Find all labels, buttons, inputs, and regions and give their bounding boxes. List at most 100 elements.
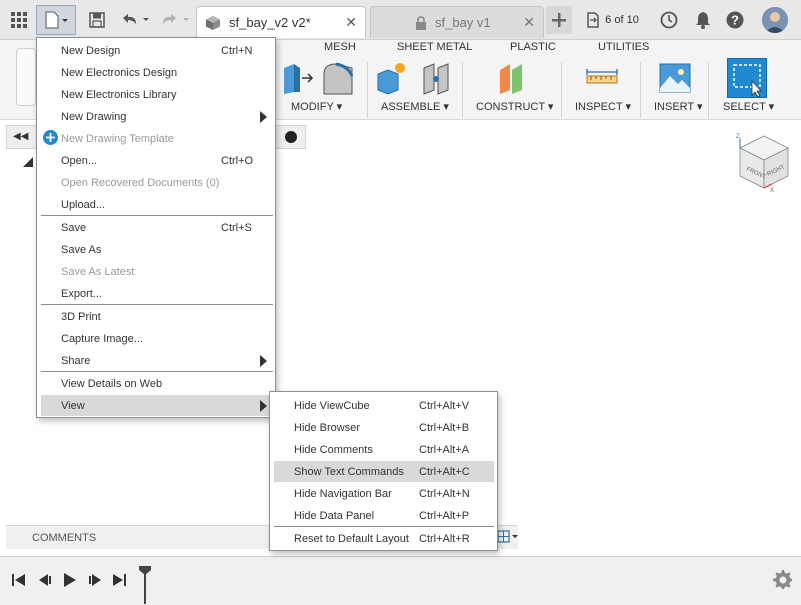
menu-item-new-electronics-library[interactable]: New Electronics Library: [41, 84, 273, 105]
go-to-start-icon[interactable]: [10, 571, 28, 589]
offset-plane-icon[interactable]: [494, 60, 530, 96]
menu-item-export[interactable]: Export...: [41, 283, 273, 304]
step-back-icon[interactable]: [36, 571, 54, 589]
menu-item-shortcut: Ctrl+Alt+C: [419, 465, 470, 478]
tab-utilities[interactable]: UTILITIES: [598, 41, 649, 53]
menu-item-label: Capture Image...: [61, 332, 143, 345]
notifications-button[interactable]: [690, 6, 716, 34]
comments-label: COMMENTS: [32, 531, 97, 544]
group-inspect[interactable]: INSPECT ▾: [575, 100, 631, 113]
close-icon[interactable]: ✕: [345, 14, 357, 31]
expand-triangle-icon[interactable]: [22, 156, 34, 168]
clock-icon: [660, 11, 678, 29]
menu-item-label: Hide ViewCube: [294, 399, 370, 412]
tab-active-document[interactable]: sf_bay_v2 v2* ✕: [196, 6, 366, 38]
viewcube[interactable]: FRONT RIGHT Z X: [732, 132, 792, 192]
select-cursor-icon: [733, 64, 762, 98]
menu-item-label: Share: [61, 354, 91, 367]
collapse-icon[interactable]: ◀◀: [13, 131, 28, 142]
history-button[interactable]: [656, 6, 682, 34]
menu-item-shortcut: Ctrl+Alt+N: [419, 487, 470, 500]
new-tab-button[interactable]: [546, 6, 572, 34]
group-select[interactable]: SELECT ▾: [723, 100, 774, 113]
menu-item-new-electronics-design[interactable]: New Electronics Design: [41, 62, 273, 83]
tab-mesh[interactable]: MESH: [324, 41, 356, 53]
undo-button[interactable]: [118, 6, 154, 34]
plus-icon: [552, 13, 566, 27]
close-icon[interactable]: ✕: [523, 14, 535, 31]
menu-item-new-drawing[interactable]: New Drawing: [41, 106, 273, 127]
menu-item-hide-viewcube[interactable]: Hide ViewCube Ctrl+Alt+V: [274, 395, 494, 416]
workspace-switcher[interactable]: [16, 48, 36, 106]
play-icon[interactable]: [60, 571, 78, 589]
menu-item-new-design[interactable]: New Design Ctrl+N: [41, 40, 273, 61]
group-insert-label: INSERT: [654, 101, 694, 113]
menu-item-3d-print[interactable]: 3D Print: [41, 306, 273, 327]
menu-item-save[interactable]: Save Ctrl+S: [41, 217, 273, 238]
minus-circle-icon[interactable]: [285, 131, 297, 143]
grid-icon: [11, 12, 27, 28]
save-icon: [89, 12, 105, 28]
menu-item-reset-layout[interactable]: Reset to Default Layout Ctrl+Alt+R: [274, 528, 494, 549]
menu-item-show-text-commands[interactable]: Show Text Commands Ctrl+Alt+C: [274, 461, 494, 482]
menu-item-view-details-on-web[interactable]: View Details on Web: [41, 373, 273, 394]
menu-item-shortcut: Ctrl+N: [221, 44, 253, 57]
menu-item-label: Hide Browser: [294, 421, 361, 434]
menu-item-hide-data-panel[interactable]: Hide Data Panel Ctrl+Alt+P: [274, 505, 494, 526]
menu-item-label: Export...: [61, 287, 102, 300]
menu-item-label: Hide Navigation Bar: [294, 487, 392, 500]
ribbon-separator: [462, 62, 463, 118]
menu-item-upload[interactable]: Upload...: [41, 194, 273, 215]
menu-item-hide-navigation-bar[interactable]: Hide Navigation Bar Ctrl+Alt+N: [274, 483, 494, 504]
app-top-bar: sf_bay_v2 v2* ✕ sf_bay v1 ✕ 6 of 10 ?: [0, 0, 801, 40]
redo-button[interactable]: [158, 6, 194, 34]
group-construct[interactable]: CONSTRUCT ▾: [476, 100, 553, 113]
group-assemble[interactable]: ASSEMBLE ▾: [381, 100, 449, 113]
save-button[interactable]: [84, 6, 110, 34]
tab-plastic[interactable]: PLASTIC: [510, 41, 556, 53]
undo-icon: [123, 14, 149, 24]
lock-icon: [416, 15, 426, 30]
fillet-icon[interactable]: [320, 60, 356, 96]
job-status-icon: [587, 12, 599, 28]
select-icon[interactable]: [727, 58, 767, 98]
menu-item-share[interactable]: Share: [41, 350, 273, 371]
menu-separator: [274, 526, 494, 527]
measure-icon[interactable]: [584, 60, 620, 96]
tab-active-label: sf_bay_v2 v2*: [229, 15, 311, 30]
tab-inactive-document[interactable]: sf_bay v1 ✕: [370, 6, 544, 38]
menu-item-hide-browser[interactable]: Hide Browser Ctrl+Alt+B: [274, 417, 494, 438]
menu-item-label: Show Text Commands: [294, 465, 404, 478]
menu-item-hide-comments[interactable]: Hide Comments Ctrl+Alt+A: [274, 439, 494, 460]
timeline-marker-icon[interactable]: [138, 565, 152, 605]
menu-item-shortcut: Ctrl+Alt+R: [419, 532, 470, 545]
joint-icon[interactable]: [418, 60, 454, 96]
menu-item-view[interactable]: View: [41, 395, 273, 416]
group-modify[interactable]: MODIFY ▾: [291, 100, 342, 113]
app-grid-button[interactable]: [6, 6, 32, 34]
menu-item-label: New Design: [61, 44, 121, 57]
group-select-label: SELECT: [723, 101, 766, 113]
menu-item-save-as[interactable]: Save As: [41, 239, 273, 260]
menu-item-label: New Drawing: [61, 110, 127, 123]
file-menu-button[interactable]: [36, 5, 76, 35]
timeline-bar: [0, 556, 801, 605]
display-settings-icon[interactable]: [497, 529, 519, 545]
menu-item-open[interactable]: Open... Ctrl+O: [41, 150, 273, 171]
step-forward-icon[interactable]: [86, 571, 104, 589]
tab-sheet-metal[interactable]: SHEET METAL: [397, 41, 472, 53]
new-component-icon[interactable]: [374, 60, 410, 96]
group-insert[interactable]: INSERT ▾: [654, 100, 703, 113]
go-to-end-icon[interactable]: [110, 571, 128, 589]
job-status-button[interactable]: 6 of 10: [582, 6, 642, 34]
help-button[interactable]: ?: [722, 6, 748, 34]
insert-image-icon[interactable]: [657, 60, 693, 96]
press-pull-icon[interactable]: [280, 60, 316, 96]
avatar[interactable]: [762, 7, 788, 33]
bell-icon: [696, 12, 710, 29]
gear-icon[interactable]: [772, 569, 792, 589]
svg-text:?: ?: [731, 13, 739, 28]
menu-item-label: View: [61, 399, 85, 412]
file-icon: [45, 11, 68, 29]
menu-item-capture-image[interactable]: Capture Image...: [41, 328, 273, 349]
